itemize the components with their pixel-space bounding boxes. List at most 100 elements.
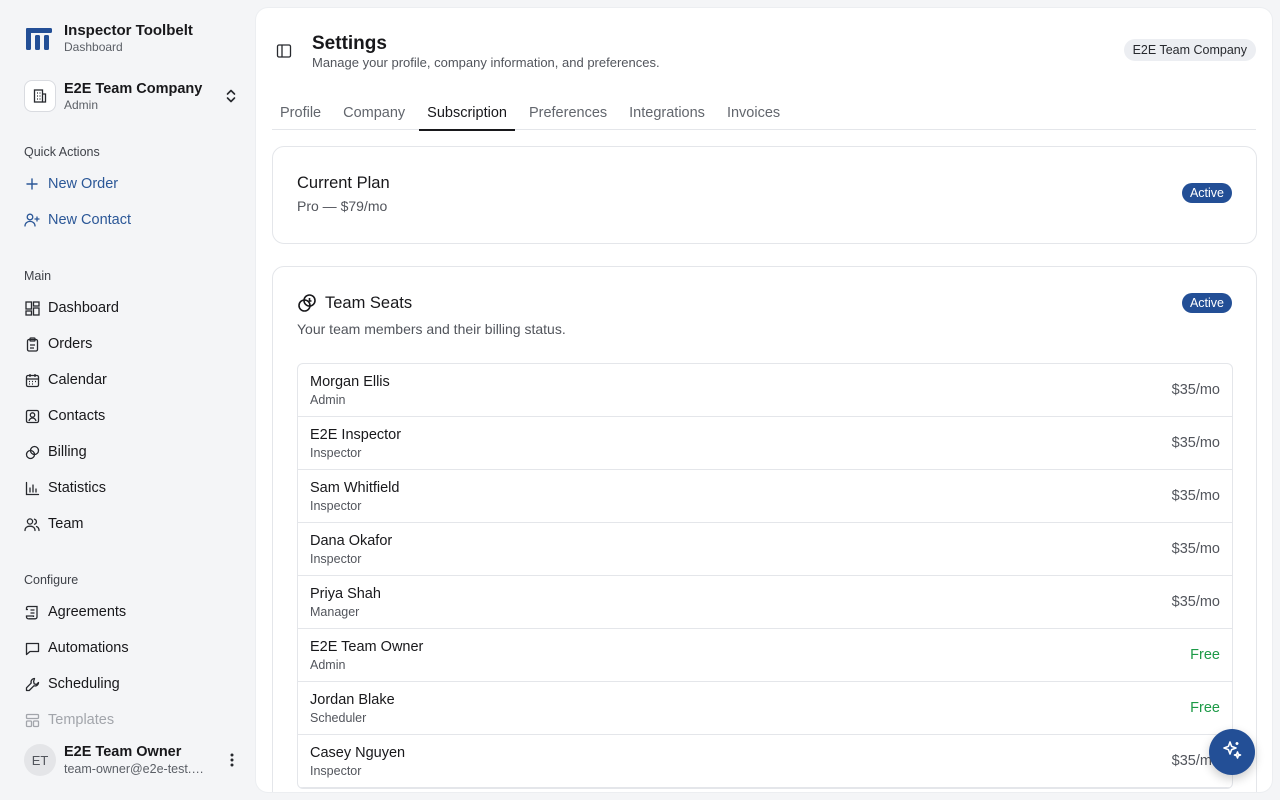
seat-name: E2E Team Owner (310, 639, 424, 655)
brand-title: Inspector Toolbelt (64, 22, 193, 39)
sidebar-toggle-icon[interactable] (276, 43, 292, 59)
team-seats-title: Team Seats (325, 294, 413, 312)
seat-price: $35/mo (1171, 435, 1220, 451)
company-name: E2E Team Company (64, 80, 203, 97)
table-row: Casey Nguyen Inspector $35/mo (298, 735, 1232, 788)
current-plan-card: Current Plan Pro — $79/mo Active (272, 146, 1257, 244)
seat-role: Scheduler (310, 711, 367, 725)
table-row: Sam Whitfield Inspector $35/mo (298, 470, 1232, 523)
more-vertical-icon[interactable] (224, 750, 240, 770)
sidebar-item-label: Billing (48, 444, 87, 460)
page-title: Settings (312, 33, 387, 54)
seat-name: Casey Nguyen (310, 745, 406, 761)
seat-name: Priya Shah (310, 586, 381, 602)
seat-name: E2E Inspector (310, 427, 402, 443)
seat-role: Inspector (310, 764, 362, 778)
user-name: E2E Team Owner (64, 744, 182, 760)
seat-role: Manager (310, 605, 360, 619)
sidebar-item-label: Agreements (48, 604, 127, 620)
status-badge: Active (1181, 293, 1232, 313)
quick-action-new-contact[interactable]: New Contact (24, 208, 131, 232)
page-subtitle: Manage your profile, company information… (312, 55, 660, 70)
sidebar-item-label: Team (48, 516, 84, 532)
seat-role: Admin (310, 658, 346, 672)
sidebar-item-billing[interactable]: Billing (24, 440, 87, 464)
seat-price: $35/mo (1171, 382, 1220, 398)
sidebar-item-automations[interactable]: Automations (24, 636, 129, 660)
template-icon (24, 712, 40, 728)
tab-company[interactable]: Company (335, 96, 413, 130)
brand-subtitle: Dashboard (64, 40, 123, 54)
sidebar-item-team[interactable]: Team (24, 512, 83, 536)
main-content: Settings Manage your profile, company in… (256, 8, 1272, 792)
sidebar: Inspector Toolbelt Dashboard E2E Team Co… (0, 0, 256, 800)
table-row: E2E Team Owner Admin Free (298, 629, 1232, 682)
seat-price: $35/mo (1171, 488, 1220, 504)
table-row: Morgan Ellis Admin $35/mo (298, 364, 1232, 417)
seat-name: Jordan Blake (310, 692, 395, 708)
bar-chart-icon (24, 480, 40, 496)
tab-profile[interactable]: Profile (272, 96, 329, 130)
settings-tabs: Profile Company Subscription Preferences… (272, 96, 1256, 131)
seat-role: Inspector (310, 499, 362, 513)
tab-integrations[interactable]: Integrations (621, 96, 713, 130)
sidebar-item-templates[interactable]: Templates (24, 708, 114, 732)
sidebar-item-label: Scheduling (48, 676, 120, 692)
sidebar-item-orders[interactable]: Orders (24, 332, 92, 356)
seats-table: Morgan Ellis Admin $35/mo E2E Inspector … (297, 363, 1233, 789)
sidebar-item-contacts[interactable]: Contacts (24, 404, 105, 428)
company-badge: E2E Team Company (1123, 39, 1256, 61)
clipboard-icon (24, 336, 40, 352)
section-label-configure: Configure (24, 573, 79, 587)
table-row: Priya Shah Manager $35/mo (298, 576, 1232, 629)
building-icon (24, 80, 56, 112)
team-seats-subtitle: Your team members and their billing stat… (297, 321, 566, 337)
users-icon (24, 516, 40, 532)
seat-price: $35/mo (1171, 541, 1220, 557)
sidebar-item-label: Automations (48, 640, 129, 656)
sidebar-item-agreements[interactable]: Agreements (24, 600, 126, 624)
seat-price: Free (1190, 700, 1220, 716)
scroll-icon (24, 604, 40, 620)
table-row: Dana Okafor Inspector $35/mo (298, 523, 1232, 576)
tab-preferences[interactable]: Preferences (521, 96, 615, 130)
message-icon (24, 640, 40, 656)
sidebar-item-statistics[interactable]: Statistics (24, 476, 106, 500)
sidebar-item-calendar[interactable]: Calendar (24, 368, 107, 392)
brand[interactable]: Inspector Toolbelt Dashboard (24, 22, 193, 55)
chevron-up-down-icon[interactable] (222, 87, 240, 105)
sidebar-item-label: Templates (48, 712, 115, 728)
table-row: E2E Inspector Inspector $35/mo (298, 417, 1232, 470)
team-seats-card: Team Seats Your team members and their b… (272, 266, 1257, 792)
dashboard-icon (24, 300, 40, 316)
sidebar-item-dashboard[interactable]: Dashboard (24, 296, 119, 320)
tab-invoices[interactable]: Invoices (719, 96, 788, 130)
ai-assistant-button[interactable] (1209, 729, 1255, 775)
plus-icon (24, 176, 40, 192)
table-row: Jordan Blake Scheduler Free (298, 682, 1232, 735)
user-plus-icon (24, 212, 40, 228)
user-menu[interactable]: ET E2E Team Owner team-owner@e2e-test.co… (24, 742, 240, 778)
section-label-main: Main (24, 269, 52, 283)
sidebar-item-scheduling[interactable]: Scheduling (24, 672, 120, 696)
company-role: Admin (64, 97, 99, 112)
user-email: team-owner@e2e-test.com (64, 762, 210, 776)
seat-name: Dana Okafor (310, 533, 393, 549)
coins-icon (297, 293, 317, 313)
seat-price: $35/mo (1171, 594, 1220, 610)
sidebar-item-label: Statistics (48, 480, 107, 496)
seat-name: Sam Whitfield (310, 480, 400, 496)
sidebar-item-label: Calendar (48, 372, 107, 388)
current-plan-detail: Pro — $79/mo (297, 198, 388, 214)
seat-price: Free (1190, 647, 1220, 663)
coins-icon (24, 444, 40, 460)
tab-subscription[interactable]: Subscription (419, 96, 515, 131)
quick-action-label: New Order (48, 176, 119, 192)
wrench-icon (24, 676, 40, 692)
quick-action-label: New Contact (48, 212, 132, 228)
seat-role: Inspector (310, 552, 362, 566)
calendar-icon (24, 372, 40, 388)
quick-action-new-order[interactable]: New Order (24, 172, 118, 196)
company-switcher[interactable]: E2E Team Company Admin (24, 78, 240, 114)
contact-icon (24, 408, 40, 424)
